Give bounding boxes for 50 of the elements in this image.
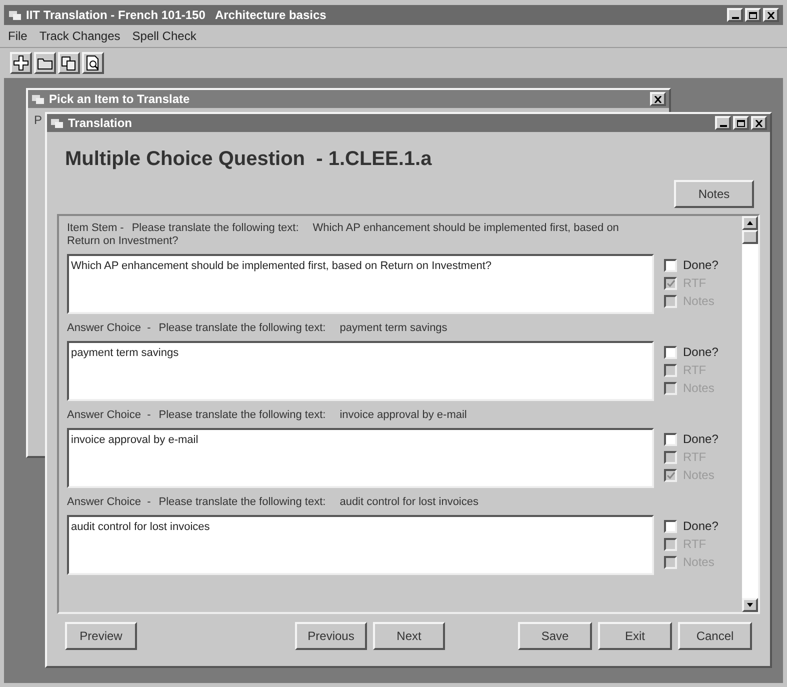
close-icon — [654, 96, 662, 102]
scrollbar[interactable] — [742, 216, 758, 612]
scroll-thumb[interactable] — [742, 230, 758, 244]
window-icon — [50, 117, 64, 129]
checkbox[interactable] — [664, 520, 677, 532]
window-title: IIT Translation - French 101-150 Architecture basics — [26, 7, 328, 24]
checkbox[interactable] — [664, 432, 677, 446]
maximize-button[interactable] — [745, 8, 761, 22]
item-label: Answer Choice - Please translate the following text: payment term savings — [67, 322, 448, 335]
dialog-button[interactable]: Exit — [598, 622, 672, 650]
checkbox[interactable] — [664, 258, 677, 272]
window-icon — [31, 93, 45, 105]
dialog-button[interactable]: Preview — [65, 622, 137, 650]
translation-field[interactable]: invoice approval by e-mail — [67, 428, 654, 488]
pick-window-title: Pick an Item to Translate — [49, 91, 191, 108]
menu-item[interactable]: Spell Check — [132, 27, 196, 45]
close-icon — [767, 12, 775, 18]
close-button[interactable] — [751, 116, 767, 130]
menu-item[interactable]: File — [8, 27, 28, 45]
checkmark-icon — [666, 280, 674, 286]
up-arrow-icon[interactable] — [747, 221, 753, 225]
maximize-button[interactable] — [733, 116, 749, 130]
checkbox-label: Done? — [683, 431, 718, 448]
window-icon — [8, 9, 22, 21]
close-button[interactable] — [650, 92, 666, 106]
dialog-button[interactable]: Notes — [674, 180, 754, 208]
dialog-button[interactable]: Previous — [295, 622, 367, 650]
item-label: Item Stem - Please translate the following text: Which AP enhancement should be implemented first, based on Return on Investment? — [67, 222, 620, 248]
checkbox[interactable] — [664, 346, 677, 358]
item-label: Answer Choice - Please translate the following text: invoice approval by e-mail — [67, 409, 467, 422]
translation-field[interactable]: payment term savings — [67, 341, 654, 401]
checkmark-icon — [666, 472, 674, 478]
down-arrow-icon[interactable] — [747, 603, 753, 607]
close-button[interactable] — [763, 8, 779, 22]
checkbox-label: Done? — [683, 257, 718, 274]
minimize-button[interactable] — [715, 116, 731, 130]
question-heading: Multiple Choice Question - 1.CLEE.1.a — [65, 148, 432, 170]
translation-window-title: Translation — [68, 115, 134, 132]
dialog-button[interactable]: Next — [373, 622, 445, 650]
dialog-button[interactable]: Save — [518, 622, 592, 650]
close-icon — [755, 120, 763, 126]
translation-field[interactable]: Which AP enhancement should be implemented first, based on Return on Investment? — [67, 254, 654, 314]
menu-item[interactable]: Track Changes — [39, 27, 120, 45]
pick-label: P — [34, 112, 42, 129]
translation-field[interactable]: audit control for lost invoices — [67, 515, 654, 575]
dialog-button[interactable]: Cancel — [678, 622, 752, 650]
item-label: Answer Choice - Please translate the following text: audit control for lost invoices — [67, 496, 478, 509]
checkbox-label: Done? — [683, 344, 718, 361]
minimize-button[interactable] — [727, 8, 743, 22]
checkbox-label: Done? — [683, 518, 718, 535]
